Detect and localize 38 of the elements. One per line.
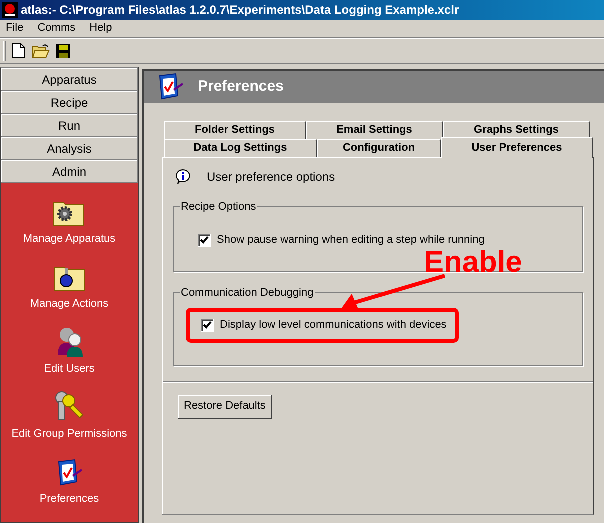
clipboard-check-icon [158, 73, 184, 101]
save-icon[interactable] [56, 44, 71, 58]
tab[interactable]: Data Log Settings [164, 139, 317, 157]
sidebar-section-button[interactable]: Admin [1, 160, 138, 183]
group-title: Recipe Options [180, 199, 258, 216]
panel-title: Preferences [198, 76, 284, 97]
checkbox-label[interactable]: Display low level communications with devices [220, 316, 447, 334]
keys-icon[interactable] [53, 390, 86, 422]
sidebar-item[interactable]: Manage Apparatus [23, 231, 116, 248]
sidebar-section-button[interactable]: Run [1, 114, 138, 137]
two-people-icon[interactable] [56, 327, 84, 357]
checkbox[interactable] [198, 234, 211, 246]
menu-item[interactable]: File [5, 20, 25, 37]
sidebar-section-button[interactable]: Recipe [1, 91, 138, 114]
tab[interactable]: User Preferences [441, 137, 593, 158]
annotation-text: Enable [424, 249, 522, 276]
checkbox-label[interactable]: Show pause warning when editing a step while running [217, 232, 485, 248]
info-icon [175, 169, 191, 185]
app-icon [2, 2, 18, 18]
tab[interactable]: Folder Settings [164, 121, 306, 139]
tab[interactable]: Configuration [317, 139, 441, 157]
group-title: Communication Debugging [180, 285, 315, 302]
sidebar-section-button[interactable]: Analysis [1, 137, 138, 160]
sidebar-item[interactable]: Manage Actions [30, 296, 109, 312]
menu-item[interactable]: Help [88, 20, 114, 37]
sidebar-item[interactable]: Edit Users [44, 361, 95, 378]
tab[interactable]: Email Settings [306, 121, 443, 139]
clipboard-check-icon[interactable] [56, 459, 82, 487]
checkbox[interactable] [201, 318, 214, 332]
sidebar-item[interactable]: Preferences [40, 491, 100, 508]
open-folder-icon[interactable] [32, 44, 50, 58]
restore-defaults-button[interactable]: Restore Defaults [178, 394, 272, 418]
new-document-icon[interactable] [12, 43, 26, 59]
window-title: atlas:- C:\Program Files\atlas 1.2.0.7\Experiments\Data Logging Example.xclr [21, 2, 460, 19]
sidebar-item[interactable]: Edit Group Permissions [12, 426, 128, 442]
info-text: User preference options [207, 169, 336, 186]
menu-item[interactable]: Comms [36, 20, 77, 37]
sidebar-section-button[interactable]: Apparatus [1, 68, 138, 91]
